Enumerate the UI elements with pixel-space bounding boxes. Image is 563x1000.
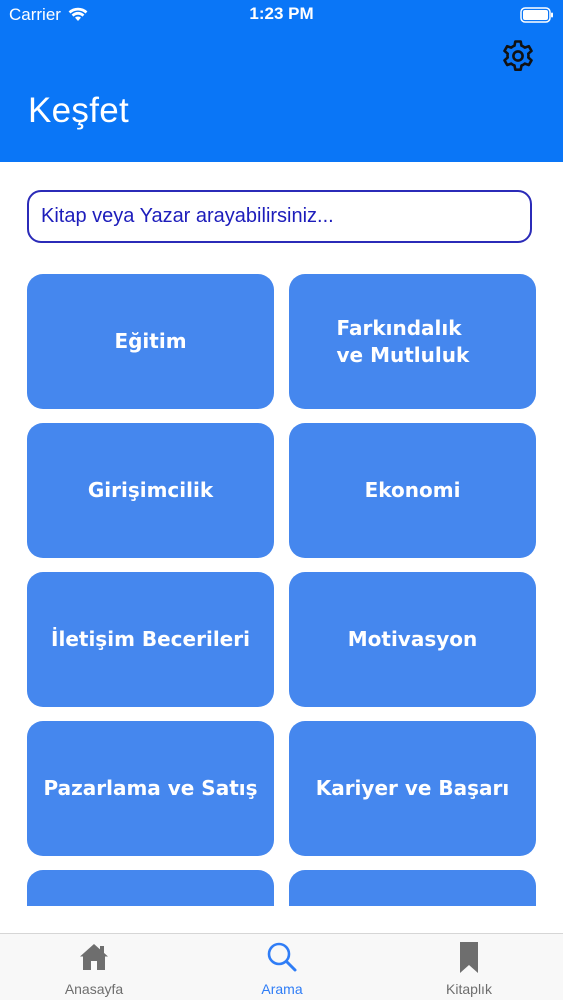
search-input[interactable] [41,192,521,241]
tab-label: Kitaplık [446,981,492,997]
gear-icon [503,40,533,71]
category-label: Ekonomi [364,478,461,502]
category-label: Pazarlama ve Satış [43,776,258,800]
category-card-girisimcilik[interactable]: Girişimcilik [27,423,274,558]
category-label: Kariyer ve Başarı [315,776,510,800]
header: Carrier 1:23 PM Keşfet [0,0,563,162]
category-card-egitim[interactable]: Eğitim [27,274,274,409]
battery-icon [520,7,553,23]
status-time: 1:23 PM [249,4,314,23]
category-card-ekonomi[interactable]: Ekonomi [289,423,536,558]
category-label: İletişim Becerileri [51,627,250,651]
search-box[interactable] [27,190,532,243]
tab-label: Anasayfa [64,981,124,997]
category-label: Girişimcilik [87,478,214,502]
category-label: Motivasyon [347,627,478,651]
tab-anasayfa[interactable]: Anasayfa [0,934,188,1000]
tab-label: Arama [261,981,303,997]
bookmark-icon [460,942,478,973]
search-icon [267,942,297,972]
settings-button[interactable] [500,38,536,74]
category-grid: Eğitim Farkındalık ve Mutluluk Girişimci… [27,274,536,906]
tab-kitaplik[interactable]: Kitaplık [375,934,563,1000]
tab-arama[interactable]: Arama [188,934,376,1000]
category-card-iletisim-becerileri[interactable]: İletişim Becerileri [27,572,274,707]
category-card-farkindalik-ve-mutluluk[interactable]: Farkındalık ve Mutluluk [289,274,536,409]
category-card-kariyer-ve-basari[interactable]: Kariyer ve Başarı [289,721,536,856]
tab-bar: Anasayfa Arama Kitaplık [0,933,563,1000]
category-label: Farkındalık ve Mutluluk [336,315,470,367]
category-card-motivasyon[interactable]: Motivasyon [289,572,536,707]
home-icon [80,944,108,970]
category-card-partial-left[interactable] [27,870,274,906]
category-card-pazarlama-ve-satis[interactable]: Pazarlama ve Satış [27,721,274,856]
category-label: Eğitim [114,329,187,353]
status-bar: Carrier 1:23 PM [0,0,563,30]
category-card-partial-right[interactable] [289,870,536,906]
screen: Carrier 1:23 PM Keşfet Kitap veya Yazar … [0,0,563,1000]
page-title: Keşfet [28,91,130,130]
category-scroll-area[interactable]: Eğitim Farkındalık ve Mutluluk Girişimci… [0,268,563,906]
